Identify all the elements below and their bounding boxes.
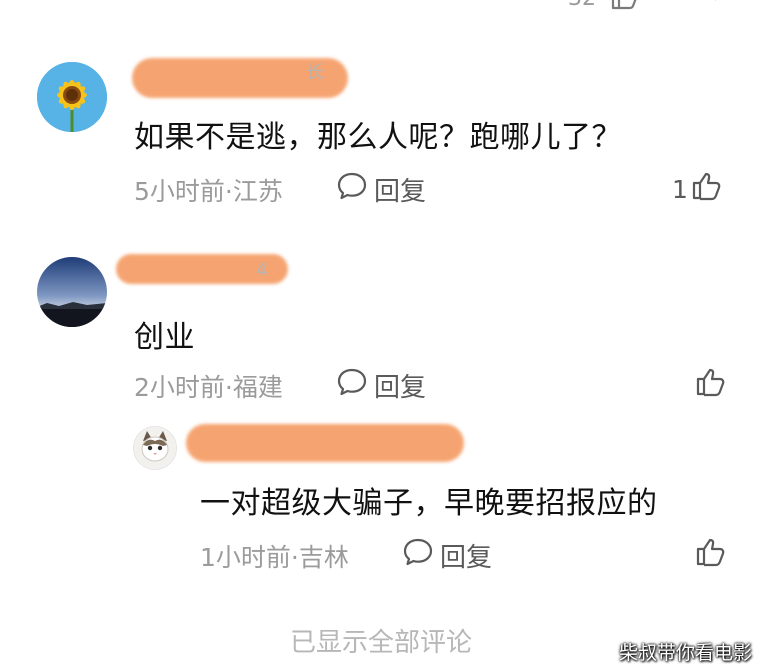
watermark: 柴叔带你看电影 <box>618 642 752 664</box>
comment-item: 长 如果不是逃，那么人呢？跑哪儿了？ 5小时前·江苏 回复 1 <box>0 0 762 220</box>
reply-text: 一对超级大骗子，早晚要招报应的 <box>200 486 658 521</box>
avatar[interactable] <box>37 257 107 327</box>
thumbs-up-icon <box>694 536 726 574</box>
landscape-avatar-image <box>37 257 107 327</box>
reply-button[interactable]: 回复 <box>336 171 426 208</box>
like-button[interactable] <box>692 366 726 404</box>
reply-button[interactable]: 回复 <box>336 367 426 404</box>
avatar[interactable] <box>133 426 177 470</box>
reply-label: 回复 <box>374 373 427 403</box>
thumbs-up-icon <box>694 366 726 404</box>
comment-text: 如果不是逃，那么人呢？跑哪儿了？ <box>134 120 622 155</box>
reply-label: 回复 <box>440 543 493 573</box>
username-partial: 4 <box>256 260 268 281</box>
sunflower-avatar-image <box>37 62 107 132</box>
cat-avatar-image <box>134 427 176 469</box>
reply-label: 回复 <box>374 177 427 207</box>
comment-meta: 5小时前·江苏 <box>134 177 283 206</box>
like-button[interactable]: 1 <box>672 170 722 208</box>
comment-section: 32 <box>0 0 762 671</box>
reply-meta: 1小时前·吉林 <box>200 543 349 572</box>
speech-bubble-icon <box>402 537 434 574</box>
speech-bubble-icon <box>336 367 368 404</box>
comment-meta: 2小时前·福建 <box>134 373 283 402</box>
speech-bubble-icon <box>336 171 368 208</box>
like-button[interactable] <box>692 536 726 574</box>
comment-text: 创业 <box>134 320 195 355</box>
reply-button[interactable]: 回复 <box>402 537 492 574</box>
reply-item: 一对超级大骗子，早晚要招报应的 1小时前·吉林 回复 <box>0 410 762 590</box>
username-partial: 长 <box>306 62 324 83</box>
username-redaction <box>186 424 464 462</box>
thumbs-up-icon <box>690 170 722 208</box>
avatar[interactable] <box>37 62 107 132</box>
comment-item: 4 创业 2小时前·福建 回复 <box>0 220 762 410</box>
like-count: 1 <box>672 174 688 204</box>
